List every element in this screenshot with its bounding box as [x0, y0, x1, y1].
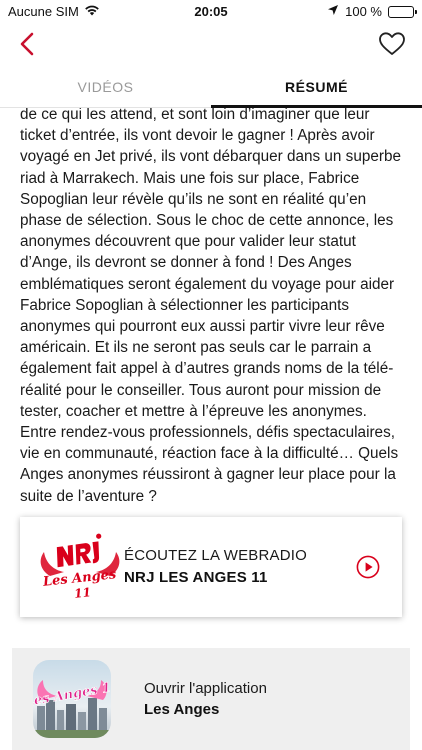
status-right: 100 % — [327, 4, 417, 19]
play-webradio-button[interactable] — [356, 555, 380, 579]
open-app-label: Ouvrir l'application — [144, 680, 267, 697]
status-bar: Aucune SIM 20:05 100 % — [0, 0, 422, 22]
heart-outline-icon — [379, 32, 405, 55]
battery-icon — [388, 5, 417, 18]
back-button[interactable] — [14, 30, 42, 58]
chevron-left-icon — [20, 32, 34, 56]
battery-label: 100 % — [345, 4, 382, 19]
webradio-name: NRJ LES ANGES 11 — [124, 569, 268, 586]
tab-resume[interactable]: RÉSUMÉ — [211, 66, 422, 108]
nrj-les-anges-logo: Les Anges 11 — [36, 530, 124, 604]
webradio-card[interactable]: Les Anges 11 ÉCOUTEZ LA WEBRADIO NRJ LES… — [20, 517, 402, 617]
navigation-bar — [0, 22, 422, 66]
open-app-card[interactable]: Les Anges 11 Ouvrir l'application Les An… — [12, 648, 410, 750]
summary-text: de ce qui les attend, et sont loin d’ima… — [20, 108, 401, 505]
content-scroll-area[interactable]: de ce qui les attend, et sont loin d’ima… — [0, 108, 422, 750]
webradio-kicker: ÉCOUTEZ LA WEBRADIO — [124, 547, 307, 564]
logo-number-text: 11 — [74, 585, 92, 601]
app-name: Les Anges — [144, 701, 220, 718]
les-anges-app-icon: Les Anges 11 — [33, 660, 111, 738]
tab-videos[interactable]: VIDÉOS — [0, 66, 211, 107]
favorite-button[interactable] — [378, 31, 406, 57]
tab-bar: VIDÉOS RÉSUMÉ — [0, 66, 422, 108]
play-circle-icon — [356, 555, 380, 579]
location-arrow-icon — [327, 4, 339, 19]
